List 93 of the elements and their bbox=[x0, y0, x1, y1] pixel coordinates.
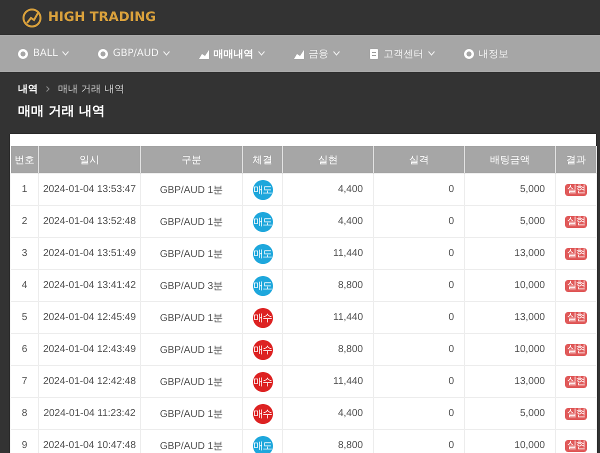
table-cell: 1 bbox=[10, 174, 38, 206]
column-header: 구분 bbox=[140, 146, 242, 174]
column-header: 실격 bbox=[374, 146, 464, 174]
table-cell: 2024-01-04 12:45:49 bbox=[38, 302, 140, 334]
table-cell: 0 bbox=[374, 334, 464, 366]
column-header: 배팅금액 bbox=[464, 146, 556, 174]
page-title: 매매 거래 내역 bbox=[17, 103, 106, 120]
table-cell: 11,440 bbox=[282, 302, 374, 334]
table-cell: 4,400 bbox=[282, 174, 374, 206]
result-badge: 실현 bbox=[565, 440, 587, 452]
table-cell: 11,440 bbox=[282, 238, 374, 270]
table-cell: 2024-01-04 13:53:47 bbox=[38, 174, 140, 206]
nav-item[interactable]: 매매내역 bbox=[198, 46, 265, 60]
column-header: 결과 bbox=[556, 146, 596, 174]
table-cell: GBP/AUD 1분 bbox=[140, 366, 242, 398]
table-cell: 2024-01-04 13:52:48 bbox=[38, 206, 140, 238]
logo-icon bbox=[22, 8, 42, 28]
trade-badge: 매수 bbox=[252, 372, 272, 392]
nav-item[interactable]: BALL bbox=[17, 48, 69, 60]
table-cell: 3 bbox=[10, 238, 38, 270]
table-cell: 0 bbox=[374, 206, 464, 238]
result-badge: 실현 bbox=[565, 312, 587, 324]
brand-name: HIGH TRADING bbox=[48, 10, 156, 25]
table-cell: GBP/AUD 3분 bbox=[140, 270, 242, 302]
nav-item[interactable]: 고객센터 bbox=[368, 46, 435, 60]
table-cell: 5,000 bbox=[464, 398, 556, 430]
result-badge: 실현 bbox=[565, 184, 587, 196]
table-cell: GBP/AUD 1분 bbox=[140, 334, 242, 366]
result-badge: 실현 bbox=[565, 280, 587, 292]
table-cell: 2024-01-04 13:41:42 bbox=[38, 270, 140, 302]
nav-item[interactable]: 금융 bbox=[292, 46, 340, 60]
table-cell: 6 bbox=[10, 334, 38, 366]
nav-icon bbox=[368, 48, 380, 60]
column-header: 체결 bbox=[242, 146, 282, 174]
nav-icon bbox=[292, 48, 305, 60]
chevron-icon bbox=[46, 86, 50, 92]
table-cell: 5,000 bbox=[464, 206, 556, 238]
nav-item[interactable]: 내정보 bbox=[462, 46, 509, 60]
table-cell: 4 bbox=[10, 270, 38, 302]
table-cell: 8 bbox=[10, 398, 38, 430]
trade-badge: 매도 bbox=[252, 180, 272, 200]
trade-badge: 매도 bbox=[252, 244, 272, 264]
table-cell: 0 bbox=[374, 270, 464, 302]
trade-badge: 매수 bbox=[252, 340, 272, 360]
table-cell: 13,000 bbox=[464, 302, 556, 334]
table-cell: 10,000 bbox=[464, 270, 556, 302]
result-badge: 실현 bbox=[565, 216, 587, 228]
table-cell: 0 bbox=[374, 302, 464, 334]
table-cell: 2024-01-04 12:43:49 bbox=[38, 334, 140, 366]
table-cell: 2 bbox=[10, 206, 38, 238]
result-badge: 실현 bbox=[565, 248, 587, 260]
table-cell: 0 bbox=[374, 398, 464, 430]
table-cell: 9 bbox=[10, 430, 38, 453]
breadcrumb-item[interactable]: 내역 bbox=[18, 82, 38, 96]
nav-icon bbox=[17, 48, 29, 60]
result-badge: 실현 bbox=[565, 408, 587, 420]
breadcrumb-item: 매내 거래 내역 bbox=[58, 83, 124, 96]
nav-icon bbox=[96, 48, 109, 60]
table-cell: 8,800 bbox=[282, 270, 374, 302]
trade-badge: 매수 bbox=[252, 308, 272, 328]
table-cell: 11,440 bbox=[282, 366, 374, 398]
table-cell: 5 bbox=[10, 302, 38, 334]
table-cell: 10,000 bbox=[464, 334, 556, 366]
column-header: 실현 bbox=[282, 146, 374, 174]
table-cell: 4,400 bbox=[282, 206, 374, 238]
table-cell: 8,800 bbox=[282, 334, 374, 366]
result-badge: 실현 bbox=[565, 344, 587, 356]
trade-badge: 매도 bbox=[252, 276, 272, 296]
result-badge: 실현 bbox=[565, 376, 587, 388]
table-cell: 13,000 bbox=[464, 238, 556, 270]
nav-item[interactable]: GBP/AUD bbox=[96, 48, 170, 60]
table-cell: GBP/AUD 1분 bbox=[140, 238, 242, 270]
table-cell: GBP/AUD 1분 bbox=[140, 206, 242, 238]
table-cell: 5,000 bbox=[464, 174, 556, 206]
table-cell: 2024-01-04 11:23:42 bbox=[38, 398, 140, 430]
table-cell: 0 bbox=[374, 238, 464, 270]
nav-icon bbox=[462, 48, 475, 60]
nav-icon bbox=[198, 48, 210, 60]
table-cell: 7 bbox=[10, 366, 38, 398]
column-header: 번호 bbox=[10, 146, 38, 174]
table-cell: GBP/AUD 1분 bbox=[140, 302, 242, 334]
table-cell: 2024-01-04 13:51:49 bbox=[38, 238, 140, 270]
column-header: 일시 bbox=[38, 146, 140, 174]
trade-badge: 매수 bbox=[252, 404, 272, 424]
table-cell: GBP/AUD 1분 bbox=[140, 398, 242, 430]
trade-badge: 매도 bbox=[252, 212, 272, 232]
table-cell: GBP/AUD 1분 bbox=[140, 174, 242, 206]
table-cell: 0 bbox=[374, 366, 464, 398]
table-cell: 0 bbox=[374, 174, 464, 206]
table-cell: 13,000 bbox=[464, 366, 556, 398]
table-cell: 4,400 bbox=[282, 398, 374, 430]
trade-badge: 매도 bbox=[252, 436, 272, 453]
table-cell: 2024-01-04 12:42:48 bbox=[38, 366, 140, 398]
